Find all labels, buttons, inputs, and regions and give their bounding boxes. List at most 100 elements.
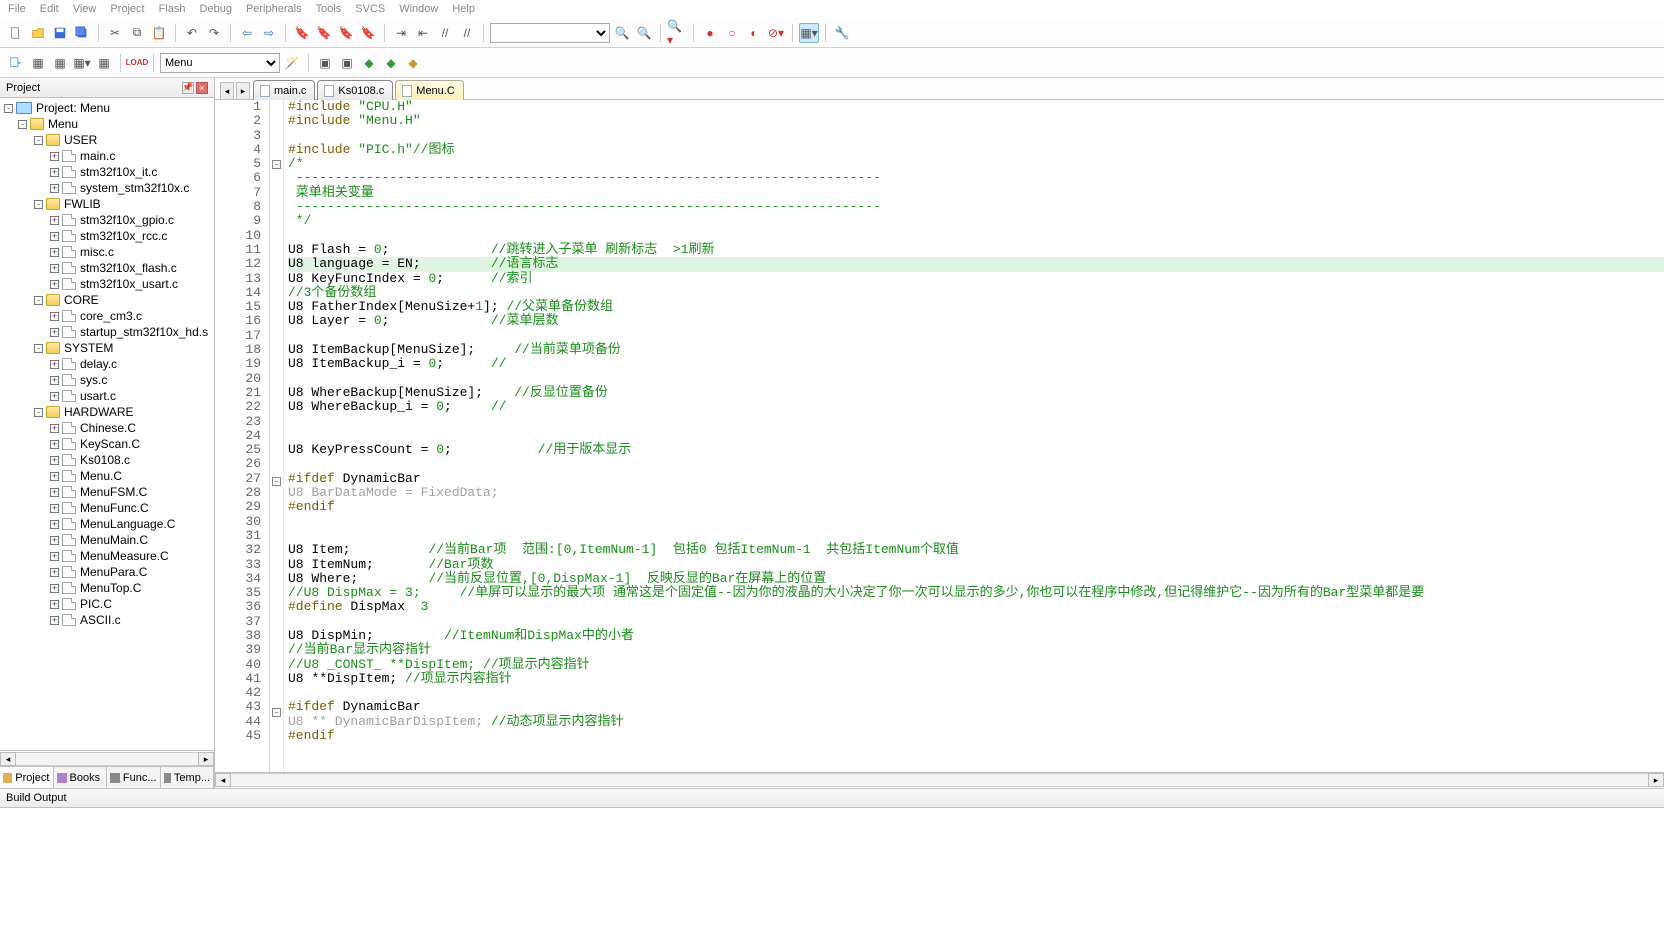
tree-toggle-icon[interactable]: + [50, 152, 59, 161]
code-line[interactable] [288, 457, 1664, 471]
code-line[interactable] [288, 129, 1664, 143]
breakpoint-enable-icon[interactable]: ○ [722, 23, 742, 43]
fold-toggle-icon[interactable]: - [272, 160, 281, 169]
menu-file[interactable]: File [8, 0, 26, 18]
tree-group-user[interactable]: -USER [0, 132, 214, 148]
tree-file-menufunc-c[interactable]: +MenuFunc.C [0, 500, 214, 516]
tree-group-fwlib[interactable]: -FWLIB [0, 196, 214, 212]
redo-icon[interactable]: ↷ [204, 23, 224, 43]
panel-close-icon[interactable]: × [196, 82, 208, 94]
tree-hscroll[interactable]: ◂ ▸ [0, 750, 214, 766]
tree-file-core_cm3-c[interactable]: +core_cm3.c [0, 308, 214, 324]
code-line[interactable] [288, 415, 1664, 429]
new-file-icon[interactable] [6, 23, 26, 43]
manage-icon[interactable]: ▣ [315, 53, 335, 73]
menu-debug[interactable]: Debug [200, 0, 232, 18]
build-batch-icon[interactable]: ▦▾ [72, 53, 92, 73]
code-line[interactable]: U8 BarDataMode = FixedData; [288, 486, 1664, 500]
tree-toggle-icon[interactable]: - [34, 200, 43, 209]
open-icon[interactable] [28, 23, 48, 43]
build-icon[interactable]: ▦ [28, 53, 48, 73]
tree-file-menufsm-c[interactable]: +MenuFSM.C [0, 484, 214, 500]
tree-toggle-icon[interactable]: + [50, 328, 59, 337]
tree-toggle-icon[interactable]: + [50, 568, 59, 577]
code-line[interactable]: 菜单相关变量 [288, 186, 1664, 200]
manage-rte-icon[interactable]: ◆ [359, 53, 379, 73]
menu-tools[interactable]: Tools [316, 0, 342, 18]
code-line[interactable]: U8 DispMin; //ItemNum和DispMax中的小者 [288, 629, 1664, 643]
panel-tab-project[interactable]: Project [0, 767, 54, 788]
tree-toggle-icon[interactable]: + [50, 360, 59, 369]
tree-file-sys-c[interactable]: +sys.c [0, 372, 214, 388]
code-line[interactable]: U8 WhereBackup[MenuSize]; //反显位置备份 [288, 386, 1664, 400]
code-line[interactable]: U8 Item; //当前Bar项 范围:[0,ItemNum-1] 包括0 包… [288, 543, 1664, 557]
tree-toggle-icon[interactable]: - [34, 136, 43, 145]
tree-file-stm32f10x_it-c[interactable]: +stm32f10x_it.c [0, 164, 214, 180]
tree-toggle-icon[interactable]: - [34, 296, 43, 305]
editor-hscroll[interactable]: ◂ ▸ [215, 772, 1664, 788]
code-line[interactable]: //当前Bar显示内容指针 [288, 643, 1664, 657]
bookmark-icon[interactable]: 🔖 [292, 23, 312, 43]
paste-icon[interactable]: 📋 [149, 23, 169, 43]
uncomment-icon[interactable]: // [457, 23, 477, 43]
code-line[interactable]: //3个备份数组 [288, 286, 1664, 300]
menu-project[interactable]: Project [110, 0, 144, 18]
tree-toggle-icon[interactable]: + [50, 456, 59, 465]
tree-toggle-icon[interactable]: + [50, 600, 59, 609]
tree-file-stm32f10x_flash-c[interactable]: +stm32f10x_flash.c [0, 260, 214, 276]
tree-group-core[interactable]: -CORE [0, 292, 214, 308]
comment-icon[interactable]: // [435, 23, 455, 43]
manage-multi-icon[interactable]: ▣ [337, 53, 357, 73]
project-tree[interactable]: -Project: Menu-Menu-USER+main.c+stm32f10… [0, 98, 214, 750]
output-panel[interactable] [0, 808, 1664, 926]
tree-toggle-icon[interactable]: + [50, 552, 59, 561]
code-line[interactable]: ----------------------------------------… [288, 200, 1664, 214]
tree-file-usart-c[interactable]: +usart.c [0, 388, 214, 404]
code-line[interactable]: U8 ItemBackup_i = 0; // [288, 357, 1664, 371]
code-line[interactable]: #ifdef DynamicBar [288, 700, 1664, 714]
tree-file-menupara-c[interactable]: +MenuPara.C [0, 564, 214, 580]
tree-toggle-icon[interactable]: + [50, 232, 59, 241]
tree-toggle-icon[interactable]: + [50, 616, 59, 625]
editor-tab-main-c[interactable]: main.c [253, 80, 315, 100]
tree-root[interactable]: -Project: Menu [0, 100, 214, 116]
code-line[interactable]: U8 language = EN; //语言标志 [288, 257, 1664, 271]
tree-toggle-icon[interactable]: + [50, 424, 59, 433]
code-editor[interactable]: #include "CPU.H"#include "Menu.H" #inclu… [284, 100, 1664, 772]
tree-toggle-icon[interactable]: + [50, 536, 59, 545]
fold-toggle-icon[interactable]: - [272, 477, 281, 486]
tree-toggle-icon[interactable]: + [50, 376, 59, 385]
tree-file-delay-c[interactable]: +delay.c [0, 356, 214, 372]
find-combo[interactable] [490, 23, 610, 43]
code-line[interactable]: #include "Menu.H" [288, 114, 1664, 128]
find-icon[interactable]: 🔍 [612, 23, 632, 43]
tree-group-hardware[interactable]: -HARDWARE [0, 404, 214, 420]
code-line[interactable]: /* [288, 157, 1664, 171]
fold-toggle-icon[interactable]: - [272, 708, 281, 717]
code-line[interactable]: ----------------------------------------… [288, 171, 1664, 185]
tree-file-menulanguage-c[interactable]: +MenuLanguage.C [0, 516, 214, 532]
bookmark-prev-icon[interactable]: 🔖 [314, 23, 334, 43]
nav-fwd-icon[interactable]: ⇨ [259, 23, 279, 43]
tree-toggle-icon[interactable]: - [4, 104, 13, 113]
menu-edit[interactable]: Edit [40, 0, 59, 18]
menu-view[interactable]: View [73, 0, 97, 18]
outdent-icon[interactable]: ⇤ [413, 23, 433, 43]
tree-toggle-icon[interactable]: + [50, 488, 59, 497]
tree-file-ks0108-c[interactable]: +Ks0108.c [0, 452, 214, 468]
code-line[interactable]: U8 KeyPressCount = 0; //用于版本显示 [288, 443, 1664, 457]
code-line[interactable] [288, 229, 1664, 243]
code-line[interactable]: #endif [288, 729, 1664, 743]
debug-icon[interactable]: 🔍▾ [667, 23, 687, 43]
code-line[interactable] [288, 372, 1664, 386]
copy-icon[interactable]: ⧉ [127, 23, 147, 43]
books-icon[interactable]: ◆ [403, 53, 423, 73]
scroll-left-icon[interactable]: ◂ [0, 752, 16, 766]
menu-peripherals[interactable]: Peripherals [246, 0, 302, 18]
tree-toggle-icon[interactable]: + [50, 184, 59, 193]
tree-toggle-icon[interactable]: + [50, 248, 59, 257]
cut-icon[interactable]: ✂ [105, 23, 125, 43]
code-line[interactable]: U8 WhereBackup_i = 0; // [288, 400, 1664, 414]
tree-file-misc-c[interactable]: +misc.c [0, 244, 214, 260]
code-line[interactable]: U8 FatherIndex[MenuSize+1]; //父菜单备份数组 [288, 300, 1664, 314]
